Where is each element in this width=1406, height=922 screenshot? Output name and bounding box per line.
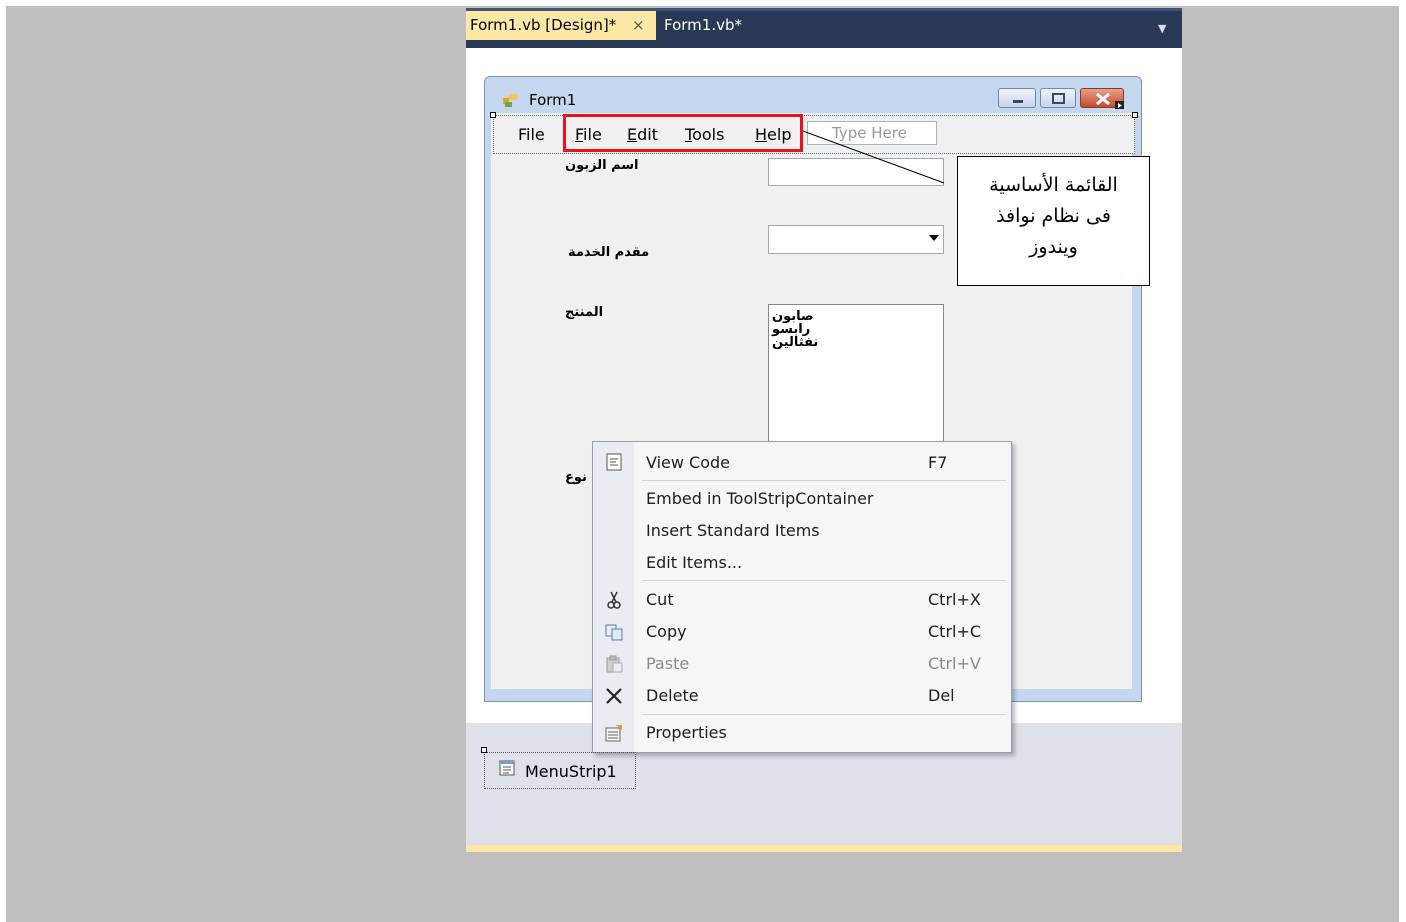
close-window-icon — [1096, 92, 1124, 110]
service-provider-combobox[interactable] — [768, 225, 944, 254]
menu-separator — [642, 480, 1006, 481]
context-menu-embed[interactable]: Embed in ToolStripContainer — [646, 489, 873, 508]
chevron-down-icon[interactable] — [929, 235, 939, 241]
copy-icon — [605, 624, 623, 641]
annotation-callout: القائمة الأساسية فى نظام نوافذ ويندوز — [957, 156, 1150, 286]
type-here-input[interactable]: Type Here — [807, 121, 937, 145]
form-icon — [503, 94, 517, 107]
menu-item-file-plain[interactable]: File — [518, 125, 545, 144]
maximize-button[interactable] — [1040, 88, 1076, 108]
tab-form1-code[interactable]: Form1.vb* — [660, 11, 750, 40]
context-menu-insert-standard[interactable]: Insert Standard Items — [646, 521, 820, 540]
context-menu-paste[interactable]: Paste — [646, 654, 689, 673]
context-menu-copy[interactable]: Copy — [646, 622, 687, 641]
tab-form1-code-label: Form1.vb* — [664, 16, 742, 34]
customer-name-textbox[interactable] — [768, 158, 944, 186]
selection-grip[interactable] — [1132, 112, 1138, 118]
maximize-icon — [1052, 93, 1065, 104]
label-product: المنتج — [565, 305, 604, 320]
callout-line: القائمة الأساسية — [989, 174, 1118, 196]
properties-icon — [605, 725, 622, 742]
tab-form1-design-label: Form1.vb [Design]* — [470, 16, 617, 34]
label-type: نوع — [565, 470, 587, 485]
menu-separator — [642, 580, 1006, 581]
shortcut-label: Ctrl+X — [928, 590, 981, 609]
paste-icon — [606, 655, 623, 673]
close-icon[interactable]: × — [632, 11, 645, 39]
tab-form1-design[interactable]: Form1.vb [Design]* × — [466, 11, 656, 40]
tab-dropdown-icon[interactable]: ▼ — [1158, 22, 1166, 35]
list-item[interactable]: نفثالين — [772, 336, 818, 349]
shortcut-label: Del — [928, 686, 955, 705]
context-menu-delete[interactable]: Delete — [646, 686, 699, 705]
callout-line: ويندوز — [1029, 236, 1078, 258]
label-customer-name: اسم الزبون — [565, 158, 639, 173]
context-menu-cut[interactable]: Cut — [646, 590, 674, 609]
highlight-box — [563, 114, 803, 152]
callout-line: فى نظام نوافذ — [996, 205, 1111, 227]
shortcut-label: Ctrl+C — [928, 622, 982, 641]
form-title: Form1 — [529, 91, 577, 109]
menu-separator — [642, 714, 1006, 715]
selection-grip[interactable] — [490, 112, 496, 118]
delete-icon — [606, 688, 622, 704]
selection-grip[interactable] — [481, 747, 487, 753]
minimize-icon — [1013, 100, 1023, 103]
shortcut-label: F7 — [928, 453, 948, 472]
shortcut-label: Ctrl+V — [928, 654, 981, 673]
close-button[interactable] — [1080, 88, 1124, 110]
context-menu-view-code[interactable]: View Code — [646, 453, 730, 472]
label-service-provider: مقدم الخدمة — [568, 245, 650, 260]
context-menu-properties[interactable]: Properties — [646, 723, 727, 742]
designer-bottom-bar — [466, 845, 1182, 852]
menustrip-icon — [499, 760, 515, 776]
menustrip1-label: MenuStrip1 — [525, 762, 617, 781]
window-buttons — [998, 88, 1126, 110]
context-menu-edit-items[interactable]: Edit Items... — [646, 553, 742, 572]
view-code-icon — [606, 453, 622, 471]
scissors-icon — [607, 591, 621, 609]
minimize-button[interactable] — [998, 88, 1036, 108]
